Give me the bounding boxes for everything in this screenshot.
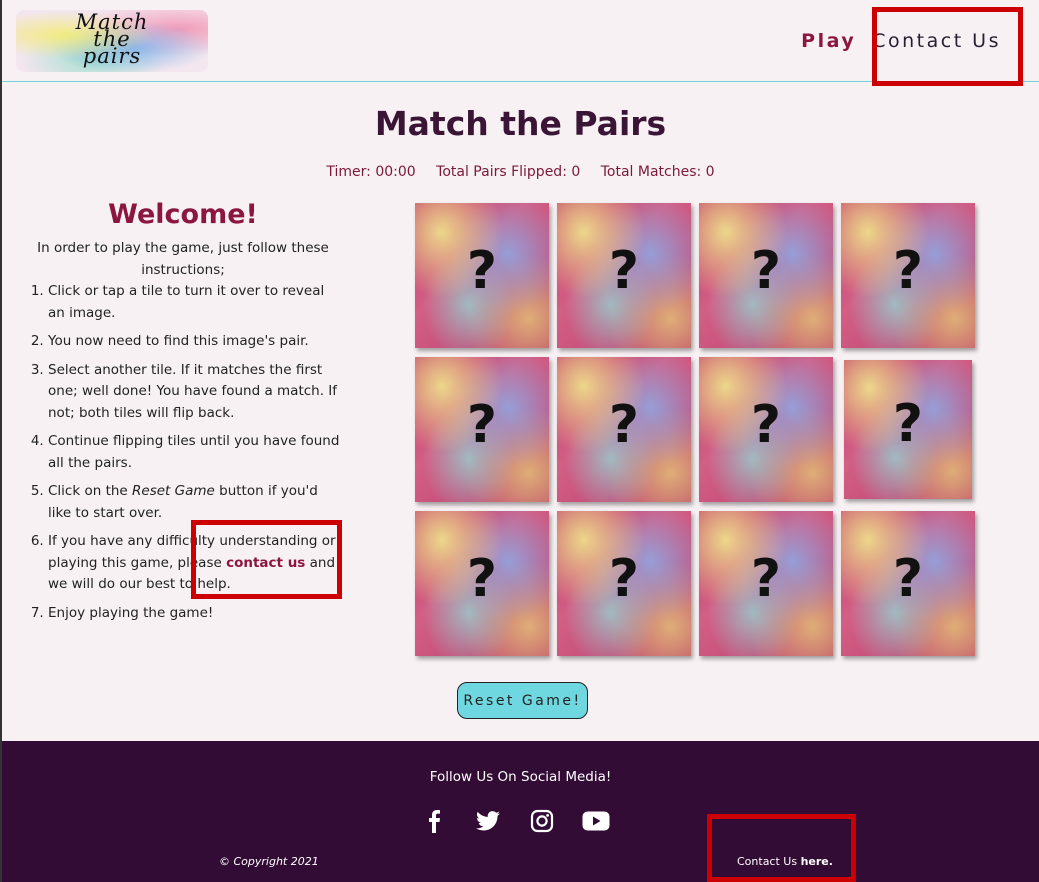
game-tile[interactable]: ? [841,511,975,656]
twitter-icon[interactable] [474,807,502,835]
game-stats: Timer: 00:00 Total Pairs Flipped: 0 Tota… [2,164,1039,180]
nav-contact-link[interactable]: Contact Us [872,30,1001,52]
game-tile[interactable]: ? [557,511,691,656]
question-mark-icon: ? [750,241,782,301]
game-tile[interactable]: ? [415,357,549,502]
game-tile[interactable]: ? [699,511,833,656]
game-tile[interactable]: ? [841,203,975,348]
footer-contact-label: Contact Us [737,855,801,868]
welcome-title: Welcome! [108,199,258,230]
step-text: Click on the [48,483,133,499]
site-header: Match the pairs Play Contact Us [2,0,1039,82]
game-tile[interactable]: ? [557,357,691,502]
copyright-text: © Copyright 2021 [219,855,319,868]
game-tile[interactable]: ? [844,360,972,499]
footer-contact-link[interactable]: here. [801,855,833,868]
question-mark-icon: ? [608,241,640,301]
instruction-step: If you have any difficulty understanding… [48,531,342,596]
game-tile[interactable]: ? [557,203,691,348]
game-tile[interactable]: ? [699,357,833,502]
tile-grid: ? ? ? ? ? ? ? ? ? ? ? ? [415,203,975,656]
welcome-intro: In order to play the game, just follow t… [37,240,329,278]
question-mark-icon: ? [892,394,924,454]
site-footer: Follow Us On Social Media! © Copyright 2… [2,741,1039,882]
instruction-step: Continue flipping tiles until you have f… [48,431,342,474]
instagram-icon[interactable] [528,807,556,835]
reset-game-reference: Reset Game [132,483,215,499]
question-mark-icon: ? [750,549,782,609]
logo-line: pairs [82,44,142,68]
nav-play-link[interactable]: Play [801,30,856,52]
pairs-flipped-counter: Total Pairs Flipped: 0 [436,164,581,180]
question-mark-icon: ? [892,549,924,609]
footer-contact: Contact Us here. [737,855,833,868]
game-tile[interactable]: ? [699,203,833,348]
page-title: Match the Pairs [374,104,667,143]
question-mark-icon: ? [466,241,498,301]
question-mark-icon: ? [750,395,782,455]
game-tile[interactable]: ? [415,511,549,656]
question-mark-icon: ? [892,241,924,301]
social-links [420,807,610,835]
instruction-step: You now need to find this image's pair. [48,331,342,353]
contact-us-link[interactable]: contact us [226,555,305,571]
timer-display: Timer: 00:00 [326,164,416,180]
instruction-step: Click on the Reset Game button if you'd … [48,481,342,524]
instruction-step: Enjoy playing the game! [48,603,342,625]
instruction-step: Click or tap a tile to turn it over to r… [48,281,342,324]
matches-counter: Total Matches: 0 [600,164,715,180]
facebook-icon[interactable] [420,807,448,835]
game-tile[interactable]: ? [415,203,549,348]
question-mark-icon: ? [466,395,498,455]
logo[interactable]: Match the pairs [16,10,208,72]
question-mark-icon: ? [466,549,498,609]
question-mark-icon: ? [608,549,640,609]
logo-text: Match the pairs [16,12,208,68]
youtube-icon[interactable] [582,807,610,835]
reset-game-button[interactable]: Reset Game! [457,682,588,719]
welcome-panel: Welcome! In order to play the game, just… [24,198,342,631]
question-mark-icon: ? [608,395,640,455]
instructions-list: Click or tap a tile to turn it over to r… [24,281,342,624]
instruction-step: Select another tile. If it matches the f… [48,360,342,425]
follow-heading: Follow Us On Social Media! [429,769,612,785]
main-nav: Play Contact Us [801,30,1001,52]
